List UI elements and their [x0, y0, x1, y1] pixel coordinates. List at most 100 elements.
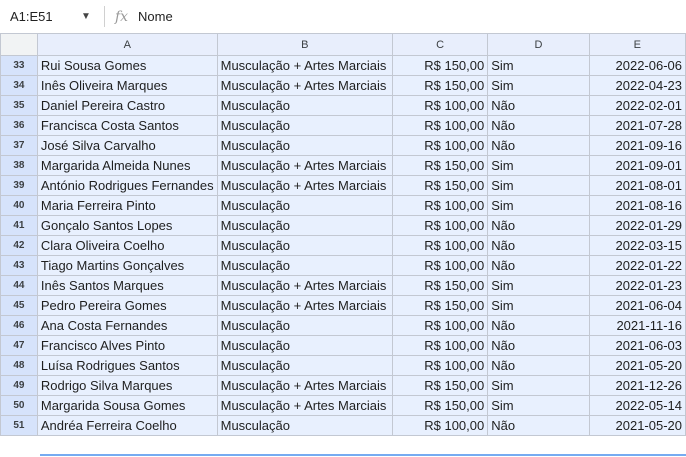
cell-date[interactable]: 2021-09-16 — [588, 135, 686, 156]
cell-active[interactable]: Sim — [487, 155, 590, 176]
cell-date[interactable]: 2021-09-01 — [588, 155, 686, 176]
cell-plan[interactable]: Musculação + Artes Marciais — [216, 375, 394, 396]
row-header[interactable]: 36 — [0, 115, 38, 136]
column-header-a[interactable]: A — [36, 33, 218, 56]
row-header[interactable]: 34 — [0, 75, 38, 96]
cell-active[interactable]: Não — [487, 335, 590, 356]
cell-price[interactable]: R$ 100,00 — [392, 95, 489, 116]
row-header[interactable]: 42 — [0, 235, 38, 256]
cell-name[interactable]: Margarida Almeida Nunes — [36, 155, 218, 176]
cell-price[interactable]: R$ 100,00 — [392, 195, 489, 216]
cell-price[interactable]: R$ 150,00 — [392, 375, 489, 396]
cell-active[interactable]: Não — [487, 415, 590, 436]
row-header[interactable]: 40 — [0, 195, 38, 216]
cell-active[interactable]: Sim — [487, 295, 590, 316]
cell-plan[interactable]: Musculação + Artes Marciais — [216, 55, 394, 76]
cell-price[interactable]: R$ 150,00 — [392, 155, 489, 176]
cell-date[interactable]: 2021-05-20 — [588, 355, 686, 376]
cell-date[interactable]: 2022-05-14 — [588, 395, 686, 416]
cell-price[interactable]: R$ 150,00 — [392, 395, 489, 416]
cell-active[interactable]: Não — [487, 95, 590, 116]
cell-plan[interactable]: Musculação — [216, 315, 394, 336]
cell-active[interactable]: Sim — [487, 195, 590, 216]
cell-price[interactable]: R$ 100,00 — [392, 135, 489, 156]
cell-price[interactable]: R$ 100,00 — [392, 115, 489, 136]
row-header[interactable]: 35 — [0, 95, 38, 116]
cell-plan[interactable]: Musculação — [216, 415, 394, 436]
cell-active[interactable]: Sim — [487, 175, 590, 196]
cell-name[interactable]: Ana Costa Fernandes — [36, 315, 218, 336]
cell-date[interactable]: 2021-05-20 — [588, 415, 686, 436]
cell-name[interactable]: Rodrigo Silva Marques — [36, 375, 218, 396]
cell-price[interactable]: R$ 150,00 — [392, 295, 489, 316]
cell-name[interactable]: Margarida Sousa Gomes — [36, 395, 218, 416]
cell-plan[interactable]: Musculação — [216, 95, 394, 116]
cell-price[interactable]: R$ 100,00 — [392, 335, 489, 356]
chevron-down-icon[interactable]: ▼ — [81, 7, 91, 27]
cell-price[interactable]: R$ 100,00 — [392, 355, 489, 376]
row-header[interactable]: 49 — [0, 375, 38, 396]
cell-date[interactable]: 2021-07-28 — [588, 115, 686, 136]
cell-name[interactable]: Francisco Alves Pinto — [36, 335, 218, 356]
row-header[interactable]: 38 — [0, 155, 38, 176]
cell-plan[interactable]: Musculação + Artes Marciais — [216, 155, 394, 176]
cell-active[interactable]: Não — [487, 215, 590, 236]
row-header[interactable]: 45 — [0, 295, 38, 316]
cell-date[interactable]: 2021-11-16 — [588, 315, 686, 336]
cell-plan[interactable]: Musculação — [216, 135, 394, 156]
cell-name[interactable]: Andréa Ferreira Coelho — [36, 415, 218, 436]
cell-date[interactable]: 2022-01-22 — [588, 255, 686, 276]
row-header[interactable]: 46 — [0, 315, 38, 336]
cell-price[interactable]: R$ 150,00 — [392, 55, 489, 76]
cell-plan[interactable]: Musculação + Artes Marciais — [216, 395, 394, 416]
row-header[interactable]: 48 — [0, 355, 38, 376]
cell-name[interactable]: Pedro Pereira Gomes — [36, 295, 218, 316]
cell-active[interactable]: Sim — [487, 375, 590, 396]
cell-plan[interactable]: Musculação — [216, 335, 394, 356]
cell-name[interactable]: Tiago Martins Gonçalves — [36, 255, 218, 276]
cell-name[interactable]: Francisca Costa Santos — [36, 115, 218, 136]
cell-date[interactable]: 2021-06-03 — [588, 335, 686, 356]
column-header-e[interactable]: E — [588, 33, 686, 56]
cell-name[interactable]: Luísa Rodrigues Santos — [36, 355, 218, 376]
cell-date[interactable]: 2021-08-01 — [588, 175, 686, 196]
formula-input[interactable]: Nome — [138, 7, 173, 27]
row-header[interactable]: 43 — [0, 255, 38, 276]
cell-active[interactable]: Não — [487, 135, 590, 156]
cell-name[interactable]: Inês Oliveira Marques — [36, 75, 218, 96]
cell-price[interactable]: R$ 100,00 — [392, 415, 489, 436]
row-header[interactable]: 33 — [0, 55, 38, 76]
cell-price[interactable]: R$ 150,00 — [392, 75, 489, 96]
cell-active[interactable]: Não — [487, 235, 590, 256]
cell-active[interactable]: Não — [487, 255, 590, 276]
row-header[interactable]: 39 — [0, 175, 38, 196]
cell-name[interactable]: Inês Santos Marques — [36, 275, 218, 296]
name-box[interactable]: A1:E51 ▼ — [6, 7, 98, 27]
cell-name[interactable]: Maria Ferreira Pinto — [36, 195, 218, 216]
cell-plan[interactable]: Musculação — [216, 235, 394, 256]
cell-price[interactable]: R$ 100,00 — [392, 255, 489, 276]
cell-name[interactable]: Gonçalo Santos Lopes — [36, 215, 218, 236]
cell-date[interactable]: 2022-04-23 — [588, 75, 686, 96]
cell-date[interactable]: 2021-08-16 — [588, 195, 686, 216]
column-header-b[interactable]: B — [216, 33, 394, 56]
column-header-c[interactable]: C — [392, 33, 489, 56]
cell-active[interactable]: Não — [487, 355, 590, 376]
cell-date[interactable]: 2022-06-06 — [588, 55, 686, 76]
cell-date[interactable]: 2021-12-26 — [588, 375, 686, 396]
cell-date[interactable]: 2022-02-01 — [588, 95, 686, 116]
cell-active[interactable]: Não — [487, 315, 590, 336]
cell-name[interactable]: José Silva Carvalho — [36, 135, 218, 156]
cell-plan[interactable]: Musculação + Artes Marciais — [216, 275, 394, 296]
row-header[interactable]: 47 — [0, 335, 38, 356]
cell-price[interactable]: R$ 150,00 — [392, 175, 489, 196]
cell-plan[interactable]: Musculação + Artes Marciais — [216, 175, 394, 196]
cell-price[interactable]: R$ 100,00 — [392, 315, 489, 336]
cell-active[interactable]: Sim — [487, 75, 590, 96]
row-header[interactable]: 50 — [0, 395, 38, 416]
row-header[interactable]: 51 — [0, 415, 38, 436]
cell-active[interactable]: Sim — [487, 55, 590, 76]
cell-plan[interactable]: Musculação + Artes Marciais — [216, 295, 394, 316]
cell-name[interactable]: António Rodrigues Fernandes — [36, 175, 218, 196]
cell-name[interactable]: Clara Oliveira Coelho — [36, 235, 218, 256]
